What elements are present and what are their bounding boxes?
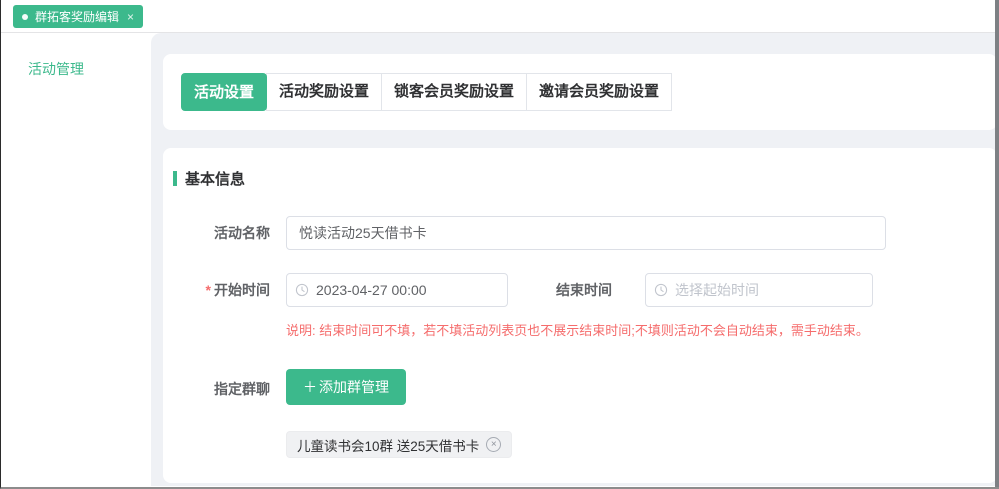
end-time-input[interactable] [675, 275, 864, 305]
opened-pages-strip: 群拓客奖励编辑 × [1, 0, 999, 33]
main-content: 活动设置 活动奖励设置 锁客会员奖励设置 邀请会员奖励设置 基本信息 活动名称 [151, 33, 999, 486]
end-time-label: 结束时间 [556, 280, 612, 300]
clock-icon [295, 283, 309, 297]
sidebar-item-activity-management[interactable]: 活动管理 [1, 33, 151, 79]
activity-name-input[interactable] [286, 216, 886, 250]
end-time-picker[interactable] [645, 273, 873, 307]
close-icon[interactable]: × [127, 10, 134, 24]
activity-name-row: 活动名称 [173, 216, 997, 250]
group-chat-row: 指定群聊 ＋ 添加群管理 [173, 369, 997, 405]
add-group-button-label: 添加群管理 [319, 377, 389, 397]
section-accent-bar [173, 171, 177, 186]
tab-locked-member-reward-settings[interactable]: 锁客会员奖励设置 [381, 73, 527, 111]
time-row: *开始时间 结束时间 [173, 273, 997, 307]
tab-activity-reward-settings[interactable]: 活动奖励设置 [266, 73, 382, 111]
plus-icon: ＋ [303, 377, 317, 397]
tabs-card: 活动设置 活动奖励设置 锁客会员奖励设置 邀请会员奖励设置 [163, 54, 997, 130]
basic-info-form: 活动名称 *开始时间 [173, 216, 997, 458]
tab-bar: 活动设置 活动奖励设置 锁客会员奖励设置 邀请会员奖励设置 [181, 73, 672, 111]
body: 活动管理 活动设置 活动奖励设置 锁客会员奖励设置 邀请会员奖励设置 基本信息 [1, 33, 999, 486]
section-title: 基本信息 [185, 168, 245, 189]
start-time-picker[interactable] [286, 273, 508, 307]
selected-groups: 儿童读书会10群 送25天借书卡 × [286, 431, 997, 458]
basic-info-card: 基本信息 活动名称 *开始时间 [163, 148, 997, 483]
end-time-note: 说明: 结束时间可不填，若不填活动列表页也不展示结束时间;不填则活动不会自动结束… [286, 320, 997, 339]
tab-invite-member-reward-settings[interactable]: 邀请会员奖励设置 [526, 73, 672, 111]
start-time-label: *开始时间 [173, 280, 270, 300]
required-asterisk: * [206, 282, 211, 298]
tab-activity-settings[interactable]: 活动设置 [181, 73, 267, 111]
active-dot-icon [22, 14, 28, 20]
page-tab-label: 群拓客奖励编辑 [35, 8, 119, 25]
activity-name-label: 活动名称 [173, 223, 270, 243]
app-window: 群拓客奖励编辑 × 活动管理 活动设置 活动奖励设置 锁客会员奖励设置 邀请会员… [0, 0, 999, 489]
group-chat-label: 指定群聊 [173, 369, 270, 399]
vertical-scrollbar[interactable] [995, 0, 999, 487]
section-header: 基本信息 [173, 168, 997, 189]
start-time-input[interactable] [316, 275, 499, 305]
clock-icon [654, 283, 668, 297]
group-tag: 儿童读书会10群 送25天借书卡 × [286, 431, 512, 458]
page-tab-group-reward-edit[interactable]: 群拓客奖励编辑 × [13, 5, 143, 28]
sidebar: 活动管理 [1, 33, 151, 486]
add-group-button[interactable]: ＋ 添加群管理 [286, 369, 406, 405]
group-tag-label: 儿童读书会10群 送25天借书卡 [297, 435, 479, 455]
remove-tag-icon[interactable]: × [486, 437, 501, 452]
